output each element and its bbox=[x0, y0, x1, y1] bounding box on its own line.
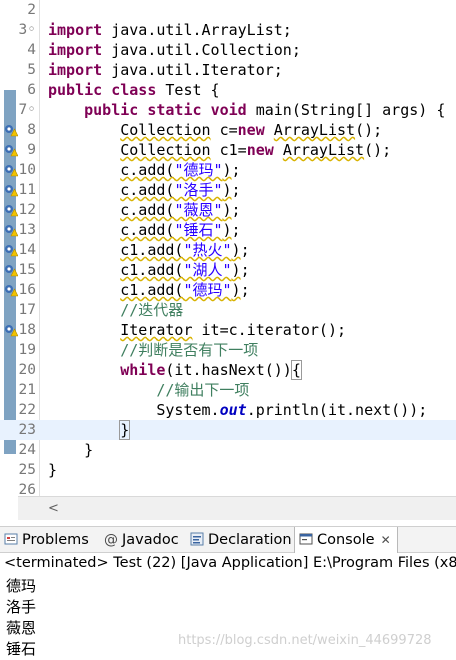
watermark: https://blog.csdn.net/weixin_44699728 bbox=[178, 633, 432, 648]
code-text[interactable]: Iterator it=c.iterator(); bbox=[48, 320, 346, 340]
warning-marker-icon[interactable] bbox=[4, 323, 18, 337]
line-number: 5 bbox=[27, 62, 36, 78]
code-line[interactable]: 21 //输出下一项 bbox=[0, 380, 456, 400]
problems-icon bbox=[4, 533, 18, 545]
code-line[interactable]: 18 Iterator it=c.iterator(); bbox=[0, 320, 456, 340]
code-text[interactable]: } bbox=[48, 440, 93, 460]
line-number: 25 bbox=[18, 462, 36, 478]
code-text[interactable]: public class Test { bbox=[48, 80, 220, 100]
code-editor[interactable]: 2 3◦ import java.util.ArrayList; 4 import ja… bbox=[0, 0, 456, 496]
code-text[interactable]: c1.add("德玛"); bbox=[48, 280, 249, 300]
code-line[interactable]: 25} bbox=[0, 460, 456, 480]
code-line[interactable]: 14 c1.add("热火"); bbox=[0, 240, 456, 260]
code-line[interactable]: 6 public class Test { bbox=[0, 80, 456, 100]
code-text[interactable]: public static void main(String[] args) { bbox=[48, 100, 445, 120]
code-text[interactable]: while(it.hasNext()){ bbox=[48, 360, 302, 380]
code-line[interactable]: 9 Collection c1=new ArrayList(); bbox=[0, 140, 456, 160]
tab-problems-label: Problems bbox=[22, 532, 89, 548]
warning-marker-icon[interactable] bbox=[4, 243, 18, 257]
tab-console-label: Console bbox=[317, 532, 375, 548]
code-line[interactable]: 20 while(it.hasNext()){ bbox=[0, 360, 456, 380]
code-text[interactable]: } bbox=[48, 460, 57, 480]
code-line[interactable]: 17 //迭代器 bbox=[0, 300, 456, 320]
tab-declaration-label: Declaration bbox=[208, 532, 292, 548]
warning-marker-icon[interactable] bbox=[4, 163, 18, 177]
warning-marker-icon[interactable] bbox=[4, 123, 18, 137]
warning-marker-icon[interactable] bbox=[4, 143, 18, 157]
line-number: 19 bbox=[18, 342, 36, 358]
line-number: 23 bbox=[18, 422, 36, 438]
console-output-line: 洛手 bbox=[6, 598, 37, 616]
code-text[interactable]: System.out.println(it.next()); bbox=[48, 400, 427, 420]
line-number: 4 bbox=[27, 42, 36, 58]
code-text[interactable]: import java.util.Iterator; bbox=[48, 60, 283, 80]
line-number: 3◦ bbox=[18, 22, 36, 38]
line-number: 24 bbox=[18, 442, 36, 458]
console-output-line: 锤石 bbox=[6, 640, 37, 658]
tab-console[interactable]: Console ✕ bbox=[294, 527, 398, 553]
line-number: 6 bbox=[27, 82, 36, 98]
tab-problems[interactable]: Problems bbox=[4, 527, 89, 553]
console-output-line: 德玛 bbox=[6, 577, 37, 595]
close-icon[interactable]: ✕ bbox=[381, 533, 391, 547]
code-line[interactable]: 26 bbox=[0, 480, 456, 496]
horizontal-scrollbar[interactable]: < bbox=[18, 496, 456, 520]
warning-marker-icon[interactable] bbox=[4, 203, 18, 217]
code-line[interactable]: 16 c1.add("德玛"); bbox=[0, 280, 456, 300]
at-icon: @ bbox=[104, 532, 118, 548]
code-text[interactable]: c.add("德玛"); bbox=[48, 160, 240, 180]
code-line[interactable]: 15 c1.add("湖人"); bbox=[0, 260, 456, 280]
code-line[interactable]: 19 //判断是否有下一项 bbox=[0, 340, 456, 360]
code-text[interactable]: c.add("薇恩"); bbox=[48, 200, 240, 220]
tab-declaration[interactable]: Declaration bbox=[190, 527, 292, 553]
console-view[interactable]: <terminated> Test (22) [Java Application… bbox=[0, 553, 456, 660]
code-text[interactable]: } bbox=[48, 420, 131, 440]
declaration-icon bbox=[190, 532, 204, 546]
bottom-tab-bar: Problems @ Javadoc Declaration Console ✕ bbox=[0, 526, 456, 553]
warning-marker-icon[interactable] bbox=[4, 283, 18, 297]
code-line[interactable]: 3◦ import java.util.ArrayList; bbox=[0, 20, 456, 40]
scroll-left-icon[interactable]: < bbox=[48, 501, 59, 516]
line-number: 26 bbox=[18, 482, 36, 496]
code-text[interactable]: Collection c=new ArrayList(); bbox=[48, 120, 382, 140]
code-text[interactable]: c1.add("热火"); bbox=[48, 240, 249, 260]
line-number: 20 bbox=[18, 362, 36, 378]
code-line[interactable]: 22 System.out.println(it.next()); bbox=[0, 400, 456, 420]
console-output-line: 薇恩 bbox=[6, 619, 37, 637]
code-line[interactable]: 7◦ public static void main(String[] args… bbox=[0, 100, 456, 120]
code-text[interactable]: //判断是否有下一项 bbox=[48, 340, 258, 360]
warning-marker-icon[interactable] bbox=[4, 223, 18, 237]
code-line[interactable]: 11 c.add("洛手"); bbox=[0, 180, 456, 200]
line-number: 7◦ bbox=[18, 102, 36, 118]
console-icon bbox=[299, 533, 313, 545]
tab-javadoc[interactable]: @ Javadoc bbox=[104, 527, 179, 553]
code-line[interactable]: 12 c.add("薇恩"); bbox=[0, 200, 456, 220]
code-text[interactable]: //迭代器 bbox=[48, 300, 183, 320]
code-text[interactable]: import java.util.ArrayList; bbox=[48, 20, 292, 40]
code-line[interactable]: 8 Collection c=new ArrayList(); bbox=[0, 120, 456, 140]
code-text[interactable]: c.add("洛手"); bbox=[48, 180, 240, 200]
code-text[interactable]: c1.add("湖人"); bbox=[48, 260, 249, 280]
line-number: 21 bbox=[18, 382, 36, 398]
tab-javadoc-label: Javadoc bbox=[122, 532, 179, 548]
console-status: <terminated> Test (22) [Java Application… bbox=[4, 555, 456, 571]
code-line[interactable]: 5 import java.util.Iterator; bbox=[0, 60, 456, 80]
code-text[interactable]: Collection c1=new ArrayList(); bbox=[48, 140, 391, 160]
code-line[interactable]: 24 } bbox=[0, 440, 456, 460]
code-text[interactable]: import java.util.Collection; bbox=[48, 40, 301, 60]
code-text[interactable]: c.add("锤石"); bbox=[48, 220, 240, 240]
code-line[interactable]: 23 } bbox=[0, 420, 456, 440]
warning-marker-icon[interactable] bbox=[4, 263, 18, 277]
code-text[interactable]: //输出下一项 bbox=[48, 380, 249, 400]
warning-marker-icon[interactable] bbox=[4, 183, 18, 197]
code-line[interactable]: 2 bbox=[0, 0, 456, 20]
line-number: 22 bbox=[18, 402, 36, 418]
line-number: 2 bbox=[27, 2, 36, 18]
code-line[interactable]: 4 import java.util.Collection; bbox=[0, 40, 456, 60]
line-number: 17 bbox=[18, 302, 36, 318]
code-line[interactable]: 10 c.add("德玛"); bbox=[0, 160, 456, 180]
code-line[interactable]: 13 c.add("锤石"); bbox=[0, 220, 456, 240]
